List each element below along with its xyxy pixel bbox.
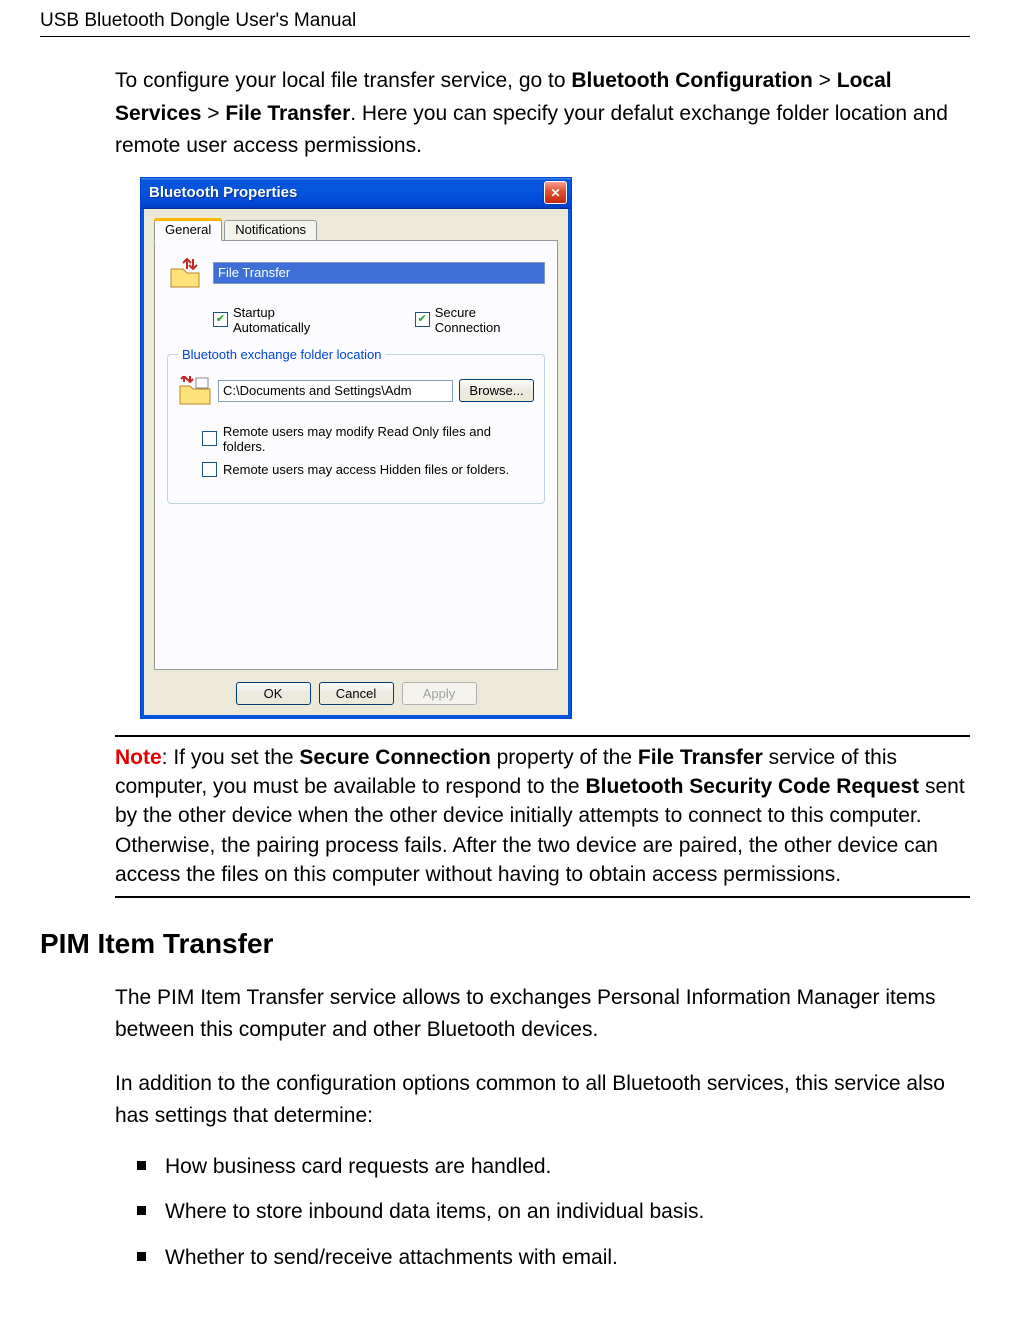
access-hidden-label: Remote users may access Hidden files or … [223,462,509,477]
folder-location-icon [178,376,212,406]
browse-button[interactable]: Browse... [459,379,534,402]
apply-button[interactable]: Apply [402,682,477,705]
note-b1: Secure Connection [299,746,490,769]
dialog-title: Bluetooth Properties [149,184,544,201]
intro-gt-2: > [201,102,225,125]
tab-panel-general: ✔ Startup Automatically ✔ Secure Connect… [154,240,558,670]
close-button[interactable]: ✕ [544,181,567,204]
folder-path-input[interactable] [218,380,453,402]
dialog-body: General Notifications [141,209,571,718]
intro-path-3: File Transfer [225,102,350,125]
secure-connection-label: Secure Connection [435,305,545,335]
pim-bullet-list: How business card requests are handled. … [137,1151,970,1274]
checkbox-unchecked-icon [202,462,217,477]
intro-text-pre: To configure your local file transfer se… [115,69,571,92]
file-transfer-icon [167,255,203,291]
note-b3: Bluetooth Security Code Request [585,775,919,798]
dialog-button-row: OK Cancel Apply [154,682,558,705]
bluetooth-properties-dialog: Bluetooth Properties ✕ General Notificat… [140,177,572,719]
intro-gt-1: > [813,69,837,92]
secure-connection-checkbox[interactable]: ✔ Secure Connection [415,305,545,335]
pim-paragraph-1: The PIM Item Transfer service allows to … [115,982,970,1047]
close-icon: ✕ [550,186,560,200]
pim-paragraph-2: In addition to the configuration options… [115,1068,970,1133]
access-hidden-checkbox[interactable]: Remote users may access Hidden files or … [202,462,534,477]
checkbox-checked-icon: ✔ [415,312,430,327]
checkbox-unchecked-icon [202,431,217,446]
cancel-button[interactable]: Cancel [319,682,394,705]
note-label: Note [115,746,162,769]
tab-strip: General Notifications [154,218,558,241]
list-item: How business card requests are handled. [137,1151,970,1183]
tab-general[interactable]: General [154,218,222,241]
document-header: USB Bluetooth Dongle User's Manual [40,10,970,37]
exchange-folder-group: Bluetooth exchange folder location [167,347,545,504]
intro-paragraph: To configure your local file transfer se… [115,65,970,163]
tab-notifications[interactable]: Notifications [224,220,317,241]
note-t1: : If you set the [162,746,300,769]
startup-automatically-label: Startup Automatically [233,305,355,335]
note-t2: property of the [491,746,638,769]
checkbox-checked-icon: ✔ [213,312,228,327]
note-block: Note: If you set the Secure Connection p… [115,735,970,898]
dialog-titlebar[interactable]: Bluetooth Properties ✕ [141,178,571,209]
intro-path-1: Bluetooth Configuration [571,69,812,92]
modify-readonly-checkbox[interactable]: Remote users may modify Read Only files … [202,424,534,454]
pim-item-transfer-heading: PIM Item Transfer [40,928,970,960]
ok-button[interactable]: OK [236,682,311,705]
list-item: Whether to send/receive attachments with… [137,1242,970,1274]
note-b2: File Transfer [638,746,763,769]
list-item: Where to store inbound data items, on an… [137,1196,970,1228]
service-name-input[interactable] [213,262,545,284]
modify-readonly-label: Remote users may modify Read Only files … [223,424,534,454]
exchange-folder-legend: Bluetooth exchange folder location [178,347,385,362]
startup-automatically-checkbox[interactable]: ✔ Startup Automatically [213,305,355,335]
